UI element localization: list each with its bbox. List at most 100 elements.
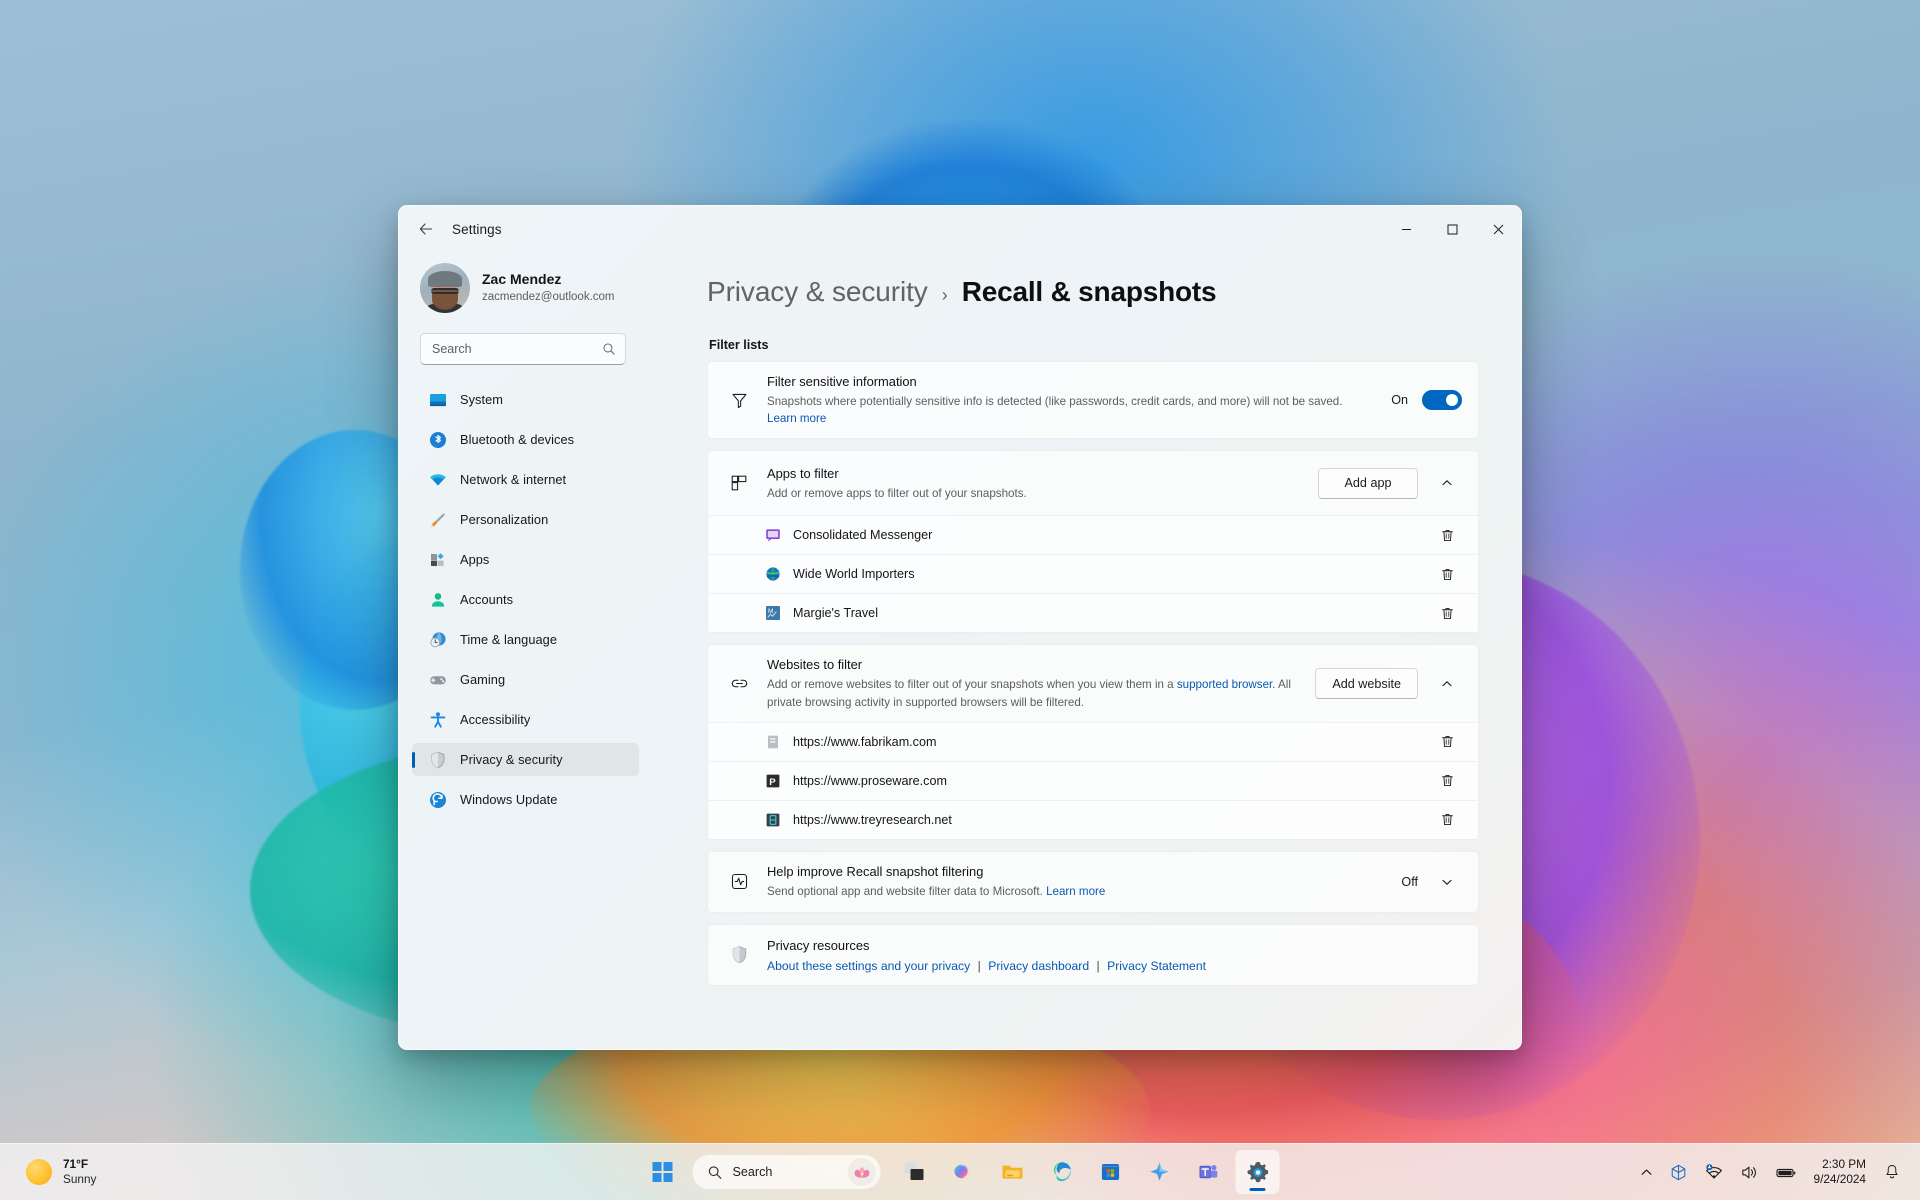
sidebar-item-time-language[interactable]: Time & language <box>412 623 639 656</box>
apps-to-filter-text: Apps to filter Add or remove apps to fil… <box>767 454 1302 513</box>
apps-to-filter-expander[interactable] <box>1432 468 1462 498</box>
link-icon <box>727 674 751 693</box>
add-website-button[interactable]: Add website <box>1315 668 1418 700</box>
chevron-up-icon <box>1641 1169 1651 1175</box>
delete-button[interactable] <box>1432 806 1462 834</box>
proseware-icon: P <box>766 774 780 788</box>
sidebar-item-accessibility[interactable]: Accessibility <box>412 703 639 736</box>
update-icon <box>430 791 446 808</box>
tray-overflow-button[interactable] <box>1633 1153 1660 1191</box>
close-button[interactable] <box>1475 206 1521 252</box>
weather-condition: Sunny <box>63 1172 97 1186</box>
weather-temperature: 71°F <box>63 1156 89 1171</box>
delete-button[interactable] <box>1432 560 1462 588</box>
help-improve-desc-text: Send optional app and website filter dat… <box>767 885 1047 899</box>
sidebar-item-personalization[interactable]: Personalization <box>412 503 639 536</box>
sidebar-item-bluetooth-devices[interactable]: Bluetooth & devices <box>412 423 639 456</box>
avatar-hat <box>428 271 462 287</box>
sidebar-search[interactable] <box>420 333 626 365</box>
privacy-resources-card: Privacy resources About these settings a… <box>707 923 1479 986</box>
sidebar-item-system[interactable]: System <box>412 383 639 416</box>
account-text: Zac Mendez zacmendez@outlook.com <box>482 271 615 304</box>
help-improve-expander[interactable] <box>1432 867 1462 897</box>
privacy-resources-row: Privacy resources About these settings a… <box>708 925 1478 985</box>
weather-widget[interactable]: 71°F Sunny <box>4 1150 110 1195</box>
taskbar-search[interactable]: Search <box>691 1154 882 1190</box>
websites-to-filter-text: Websites to filter Add or remove website… <box>767 645 1299 721</box>
filter-sensitive-row: Filter sensitive information Snapshots w… <box>708 362 1478 438</box>
breadcrumb-parent[interactable]: Privacy & security <box>707 276 928 308</box>
notification-button[interactable] <box>1876 1153 1908 1191</box>
trash-icon <box>1441 736 1453 748</box>
delete-button[interactable] <box>1432 521 1462 549</box>
clock-date: 9/24/2024 <box>1813 1172 1866 1186</box>
task-view-button[interactable] <box>893 1150 937 1194</box>
supported-browser-link[interactable]: supported browser <box>1177 678 1272 691</box>
settings-taskbar-button[interactable] <box>1235 1150 1280 1194</box>
help-improve-controls: Off <box>1401 867 1462 897</box>
sidebar-item-label: Accessibility <box>460 712 531 727</box>
link-separator: | <box>977 958 981 973</box>
sidebar-item-label: Apps <box>460 552 490 567</box>
back-arrow-icon <box>419 223 433 235</box>
settings-window: Settings Zac Mendez zacmendez@outlook.co… <box>398 205 1522 1050</box>
chevron-up-icon <box>1442 680 1452 686</box>
sidebar-item-network-internet[interactable]: Network & internet <box>412 463 639 496</box>
search-input[interactable] <box>432 342 602 356</box>
clock-time: 2:30 PM <box>1822 1156 1866 1171</box>
websites-to-filter-desc: Add or remove websites to filter out of … <box>767 676 1299 711</box>
apps-to-filter-header: Apps to filter Add or remove apps to fil… <box>708 451 1478 515</box>
search-icon <box>603 343 615 355</box>
filter-sensitive-title: Filter sensitive information <box>767 374 917 389</box>
sidebar-item-privacy-security[interactable]: Privacy & security <box>412 743 639 776</box>
battery-icon <box>1775 1168 1795 1177</box>
privacy-statement-link[interactable]: Privacy Statement <box>1107 959 1206 973</box>
clock[interactable]: 2:30 PM 9/24/2024 <box>1806 1157 1874 1188</box>
trash-icon <box>1441 814 1453 826</box>
trash-icon <box>1441 529 1453 542</box>
lotus-icon <box>847 1158 876 1186</box>
volume-tray-button[interactable] <box>1733 1153 1766 1191</box>
trash-icon <box>1441 568 1453 581</box>
trash-icon <box>1441 775 1453 787</box>
sidebar-item-apps[interactable]: Apps <box>412 543 639 576</box>
filter-sensitive-text: Filter sensitive information Snapshots w… <box>767 362 1375 438</box>
battery-tray-button[interactable] <box>1768 1153 1804 1191</box>
network-tray-button[interactable] <box>1697 1153 1731 1191</box>
delete-button[interactable] <box>1432 599 1462 627</box>
sidebar-item-accounts[interactable]: Accounts <box>412 583 639 616</box>
sidebar-item-label: Time & language <box>460 632 558 647</box>
back-button[interactable] <box>409 214 443 244</box>
learn-more-link[interactable]: Learn more <box>1046 885 1105 898</box>
minimize-button[interactable] <box>1383 206 1429 252</box>
edge-browser-button[interactable] <box>1040 1150 1084 1194</box>
privacy-dashboard-link[interactable]: Privacy dashboard <box>988 959 1089 973</box>
copilot-button[interactable] <box>942 1150 986 1194</box>
microsoft-teams-button[interactable] <box>1187 1150 1231 1194</box>
sidebar-item-gaming[interactable]: Gaming <box>412 663 639 696</box>
sidebar-item-windows-update[interactable]: Windows Update <box>412 783 639 816</box>
filter-sensitive-card: Filter sensitive information Snapshots w… <box>707 361 1479 440</box>
paintbrush-icon <box>431 512 445 527</box>
designer-button[interactable] <box>1138 1150 1182 1194</box>
websites-to-filter-expander[interactable] <box>1432 669 1462 699</box>
account-tile[interactable]: Zac Mendez zacmendez@outlook.com <box>412 252 639 318</box>
microsoft-store-button[interactable] <box>1089 1150 1133 1194</box>
taskbar-search-label: Search <box>732 1165 773 1179</box>
list-item: Consolidated Messenger <box>708 515 1478 555</box>
delete-button[interactable] <box>1432 728 1462 756</box>
onedrive-tray-button[interactable] <box>1662 1153 1695 1191</box>
taskbar: 71°F Sunny Search 2:30 PM 9/24/2024 <box>0 1143 1920 1200</box>
learn-more-link[interactable]: Learn more <box>767 412 826 425</box>
about-settings-privacy-link[interactable]: About these settings and your privacy <box>767 959 970 973</box>
delete-button[interactable] <box>1432 767 1462 795</box>
file-explorer-button[interactable] <box>991 1150 1035 1194</box>
filter-sensitive-toggle[interactable] <box>1422 390 1462 411</box>
list-item: P https://www.proseware.com <box>708 760 1478 800</box>
add-app-button[interactable]: Add app <box>1318 467 1418 499</box>
apps-to-filter-card: Apps to filter Add or remove apps to fil… <box>707 450 1479 634</box>
sidebar-nav: System Bluetooth & devices Network & int… <box>412 383 639 823</box>
maximize-button[interactable] <box>1429 206 1475 252</box>
window-titlebar: Settings <box>399 206 1521 252</box>
start-button[interactable] <box>641 1150 685 1194</box>
